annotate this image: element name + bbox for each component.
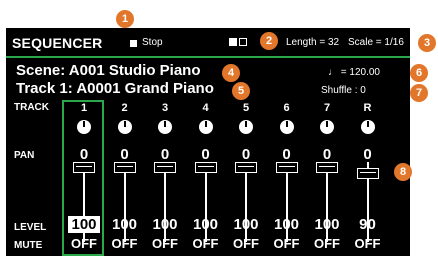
pan-knob-icon[interactable]: [198, 120, 213, 134]
header-bar: SEQUENCER Stop Length = 32 Scale = 1/16: [6, 28, 410, 56]
mute-toggle[interactable]: OFF: [186, 236, 226, 251]
pan-knob-icon[interactable]: [239, 120, 253, 134]
level-row-label: LEVEL: [14, 222, 47, 233]
level-fader-handle[interactable]: [73, 162, 95, 174]
mute-toggle[interactable]: OFF: [226, 236, 266, 251]
channel-strip[interactable]: 3 0 100 OFF: [145, 100, 185, 256]
channel-number: 2: [121, 102, 128, 114]
level-value[interactable]: 100: [105, 216, 145, 233]
channel-number: 5: [242, 102, 250, 114]
callout-badge: 7: [410, 84, 428, 102]
mute-toggle[interactable]: OFF: [145, 236, 185, 251]
level-value[interactable]: 100: [68, 216, 100, 233]
level-fader-handle[interactable]: [113, 162, 136, 174]
callout-badge: 2: [260, 32, 278, 50]
channel-strip[interactable]: 4 0 100 OFF: [186, 100, 226, 256]
level-value[interactable]: 100: [145, 216, 185, 233]
level-fader-handle[interactable]: [194, 162, 217, 174]
channel-number: R: [363, 102, 372, 114]
scene-name[interactable]: Scene: A001 Studio Piano: [16, 62, 201, 79]
pan-knob-icon[interactable]: [158, 120, 172, 134]
pan-value[interactable]: 0: [307, 146, 347, 163]
channel-strip[interactable]: 2 0 100 OFF: [105, 100, 145, 256]
pan-knob-icon[interactable]: [117, 120, 132, 134]
level-value[interactable]: 90: [348, 216, 388, 233]
channel-strip[interactable]: 7 0 100 OFF: [307, 100, 347, 256]
channel-strip[interactable]: R 0 90 OFF: [348, 100, 388, 256]
pan-value[interactable]: 0: [105, 146, 145, 163]
callout-badge: 3: [418, 34, 436, 52]
level-value[interactable]: 100: [307, 216, 347, 233]
level-fader-handle[interactable]: [154, 162, 176, 174]
pan-knob-icon[interactable]: [320, 120, 334, 134]
pan-knob-icon[interactable]: [360, 120, 375, 134]
pattern-empty-icon: [239, 38, 247, 46]
level-value[interactable]: 100: [267, 216, 307, 233]
mute-toggle[interactable]: OFF: [267, 236, 307, 251]
pan-knob-icon[interactable]: [279, 120, 294, 134]
level-fader-handle[interactable]: [356, 168, 379, 179]
length-setting[interactable]: Length = 32: [286, 37, 339, 48]
pan-value[interactable]: 0: [267, 146, 307, 163]
mute-row-label: MUTE: [14, 240, 43, 251]
pan-value[interactable]: 0: [226, 146, 266, 163]
stop-icon[interactable]: [130, 40, 137, 47]
pan-value[interactable]: 0: [64, 146, 104, 163]
callout-badge: 1: [116, 10, 134, 28]
pan-row-label: PAN: [14, 150, 35, 161]
channel-strip[interactable]: 5 0 100 OFF: [226, 100, 266, 256]
mute-toggle[interactable]: OFF: [307, 236, 347, 251]
mixer-panel: TRACK PAN LEVEL MUTE 1 0 100 OFF 2 0 100 OFF 3 0 1…: [6, 100, 410, 256]
callout-badge: 8: [394, 163, 412, 181]
channel-number: 4: [202, 102, 209, 114]
channel-number: 6: [283, 102, 290, 114]
pattern-filled-icon: [229, 38, 237, 46]
tempo-value[interactable]: ♩ = 120.00: [328, 67, 380, 78]
callout-badge: 6: [410, 64, 428, 82]
track-name[interactable]: Track 1: A0001 Grand Piano: [16, 80, 214, 97]
level-fader-handle[interactable]: [316, 162, 338, 174]
mute-toggle[interactable]: OFF: [64, 236, 104, 251]
pan-value[interactable]: 0: [348, 146, 388, 163]
callout-badge: 5: [232, 82, 250, 100]
info-panel: Scene: A001 Studio Piano Track 1: A0001 …: [6, 58, 410, 100]
callout-badge: 4: [222, 64, 240, 82]
pan-value[interactable]: 0: [186, 146, 226, 163]
level-fader-handle[interactable]: [275, 162, 298, 174]
shuffle-value[interactable]: Shuffle : 0: [321, 85, 366, 96]
scale-setting[interactable]: Scale = 1/16: [348, 37, 404, 48]
channel-strip[interactable]: 6 0 100 OFF: [267, 100, 307, 256]
channel-number: 7: [323, 102, 331, 114]
page-title: SEQUENCER: [12, 35, 103, 51]
pan-value[interactable]: 0: [145, 146, 185, 163]
mute-toggle[interactable]: OFF: [105, 236, 145, 251]
level-value[interactable]: 100: [226, 216, 266, 233]
channel-number: 3: [161, 102, 169, 114]
level-fader-handle[interactable]: [235, 162, 257, 174]
transport-status: Stop: [142, 37, 163, 48]
channel-strip[interactable]: 1 0 100 OFF: [64, 100, 104, 256]
track-row-label: TRACK: [14, 102, 49, 113]
channel-number: 1: [80, 102, 88, 114]
pan-knob-icon[interactable]: [77, 120, 91, 134]
mute-toggle[interactable]: OFF: [348, 236, 388, 251]
level-value[interactable]: 100: [186, 216, 226, 233]
